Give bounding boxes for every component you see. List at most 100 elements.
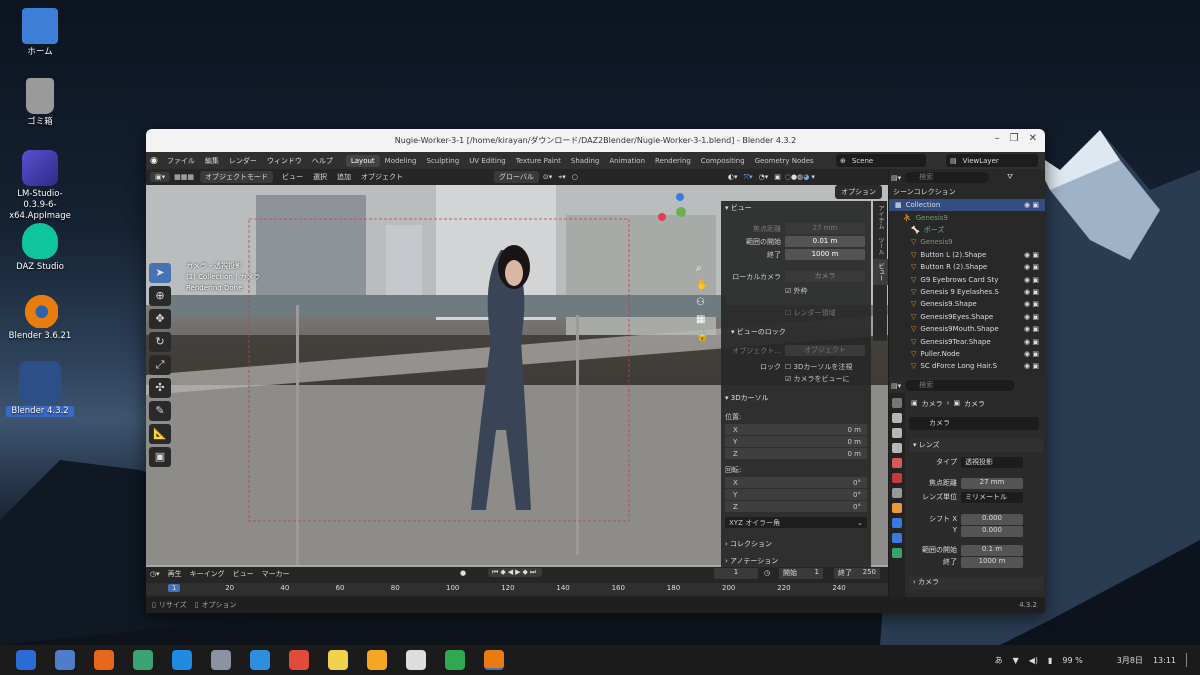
- tab-animation[interactable]: Animation: [604, 155, 650, 167]
- annotate-tool-icon[interactable]: ✎: [149, 401, 171, 421]
- collection-section[interactable]: › コレクション: [725, 539, 772, 549]
- frame-checkbox[interactable]: ☑ 外枠: [785, 286, 808, 296]
- end-frame-field[interactable]: 終了 250: [834, 568, 880, 579]
- obs-icon[interactable]: [405, 650, 426, 670]
- xray-icon[interactable]: ▣: [774, 173, 781, 181]
- teamviewer-icon[interactable]: [249, 650, 270, 670]
- tab-geometry-nodes[interactable]: Geometry Nodes: [750, 155, 819, 167]
- outliner-row[interactable]: ▽ G9 Eyebrows Card Sty ◉ ▣: [889, 273, 1045, 285]
- select-tool-icon[interactable]: ➤: [149, 263, 171, 283]
- visibility-toggle-icon[interactable]: ◉ ▣: [1024, 201, 1039, 209]
- tab-uv-editing[interactable]: UV Editing: [464, 155, 511, 167]
- proportional-icon[interactable]: ○: [572, 173, 578, 181]
- cursor-tool-icon[interactable]: ⊕: [149, 286, 171, 306]
- mode-dropdown[interactable]: オブジェクトモード: [199, 171, 273, 183]
- lock-object-field[interactable]: オブジェクト: [785, 345, 865, 356]
- timeline-menu-playback[interactable]: 再生: [168, 569, 182, 579]
- scene-tab-icon[interactable]: [892, 458, 902, 468]
- output-tab-icon[interactable]: [892, 428, 902, 438]
- sheets-icon[interactable]: [444, 650, 465, 670]
- camera-view-icon[interactable]: ⚇: [696, 297, 708, 308]
- lens-panel-header[interactable]: ▾ レンズ: [909, 438, 1043, 452]
- move-tool-icon[interactable]: ✥: [149, 309, 171, 329]
- shading-rendered-icon[interactable]: ◕: [803, 173, 809, 181]
- next-key-icon[interactable]: ◆: [522, 568, 529, 576]
- volume-icon[interactable]: ◀): [1029, 656, 1038, 665]
- timeline-ruler[interactable]: 1 20 40 60 80 100 120 140 160 180 200 220 240: [146, 583, 888, 595]
- desktop-icon-daz[interactable]: DAZ Studio: [6, 223, 74, 273]
- lock-camera-checkbox[interactable]: ☑ カメラをビューに: [785, 374, 850, 384]
- rotate-tool-icon[interactable]: ↻: [149, 332, 171, 352]
- clip-end-field[interactable]: 1000 m: [785, 249, 865, 260]
- editor-type-icon[interactable]: ▣▾: [150, 172, 171, 182]
- visibility-toggle-icon[interactable]: ◉ ▣: [1024, 276, 1039, 284]
- wifi-icon[interactable]: ▼: [1013, 656, 1019, 665]
- tab-view[interactable]: ビュー: [873, 259, 888, 285]
- outliner-row[interactable]: ▽ Genesis9: [889, 236, 1045, 248]
- notes-icon[interactable]: [327, 650, 348, 670]
- playback-controls[interactable]: ⏮◆◀▶◆⏭: [488, 568, 543, 577]
- tab-tool[interactable]: ツール: [873, 233, 888, 259]
- jump-end-icon[interactable]: ⏭: [530, 568, 538, 576]
- tab-sculpting[interactable]: Sculpting: [422, 155, 465, 167]
- timeline-menu-keying[interactable]: キーイング: [190, 569, 225, 579]
- tab-modeling[interactable]: Modeling: [380, 155, 422, 167]
- camera-panel-header[interactable]: › カメラ: [909, 577, 1043, 590]
- visibility-toggle-icon[interactable]: ◉ ▣: [1024, 362, 1039, 370]
- ime-indicator[interactable]: あ: [995, 655, 1003, 666]
- tab-rendering[interactable]: Rendering: [650, 155, 696, 167]
- add-cube-tool-icon[interactable]: ▣: [149, 447, 171, 467]
- start-frame-field[interactable]: 開始 1: [779, 568, 823, 579]
- object-tab-icon[interactable]: [892, 503, 902, 513]
- view-section-header[interactable]: ▾ ビュー: [725, 203, 752, 213]
- select-mode-icon[interactable]: ▦▦▦: [174, 173, 194, 181]
- camera-data-tab-icon[interactable]: [892, 548, 902, 558]
- navigation-gizmo[interactable]: [658, 193, 696, 223]
- archive-icon[interactable]: [132, 650, 153, 670]
- render-tab-icon[interactable]: [892, 413, 902, 423]
- daz-icon[interactable]: [366, 650, 387, 670]
- clip-start-field[interactable]: 0.01 m: [785, 236, 865, 247]
- gizmo-z-icon[interactable]: [676, 193, 684, 201]
- outliner-row[interactable]: ▽ Genesis9.Shape ◉ ▣: [889, 298, 1045, 310]
- cursor-x-field[interactable]: X 0 m: [725, 424, 867, 435]
- snap-icon[interactable]: ⌖▾: [558, 173, 565, 182]
- lock-cursor-checkbox[interactable]: ☐ 3Dカーソルを注視: [785, 362, 852, 372]
- menu-file[interactable]: ファイル: [162, 156, 200, 166]
- prev-key-icon[interactable]: ◆: [500, 568, 507, 576]
- outliner-row[interactable]: ▽ Genesis9Mouth.Shape ◉ ▣: [889, 323, 1045, 335]
- type-dropdown[interactable]: 透視投影: [961, 457, 1023, 468]
- filter-icon[interactable]: ⛛: [1007, 173, 1013, 182]
- options-dropdown[interactable]: オプション: [835, 185, 882, 199]
- minimize-icon[interactable]: –: [995, 133, 1000, 144]
- window-titlebar[interactable]: Nugie-Worker-3-1 [/home/kirayan/ダウンロード/D…: [146, 129, 1045, 152]
- blender-icon[interactable]: [483, 650, 504, 670]
- clip-start-field[interactable]: 0.1 m: [961, 545, 1023, 556]
- visibility-toggle-icon[interactable]: ◉ ▣: [1024, 251, 1039, 259]
- render-region-checkbox[interactable]: ☐ レンダー領域: [785, 308, 836, 318]
- gizmo-x-icon[interactable]: [658, 213, 666, 221]
- zoom-icon[interactable]: ⌕: [696, 263, 708, 274]
- outliner-row[interactable]: ▽ Puller.Node ◉ ▣: [889, 348, 1045, 360]
- world-tab-icon[interactable]: [892, 473, 902, 483]
- visibility-icon[interactable]: ◐▾: [728, 173, 738, 181]
- local-camera-field[interactable]: カメラ: [785, 271, 865, 282]
- outliner-search[interactable]: 検索: [905, 172, 990, 183]
- visibility-toggle-icon[interactable]: ◉ ▣: [1024, 338, 1039, 346]
- properties-search[interactable]: 検索: [905, 380, 1016, 391]
- view-layer-tab-icon[interactable]: [892, 443, 902, 453]
- rot-x-field[interactable]: X 0°: [725, 477, 867, 488]
- scene-selector[interactable]: ⊕ Scene: [836, 154, 926, 167]
- tab-compositing[interactable]: Compositing: [696, 155, 750, 167]
- timeline-editor-icon[interactable]: ◷▾: [150, 570, 160, 578]
- 3d-cursor-header[interactable]: ▾ 3Dカーソル: [725, 393, 769, 403]
- camera-data-field[interactable]: カメラ: [909, 417, 1039, 430]
- settings-icon[interactable]: [210, 650, 231, 670]
- outliner-row[interactable]: ▽ Genesis9Eyes.Shape ◉ ▣: [889, 311, 1045, 323]
- play-reverse-icon[interactable]: ◀: [508, 568, 515, 576]
- visibility-toggle-icon[interactable]: ◉ ▣: [1024, 288, 1039, 296]
- transform-tool-icon[interactable]: ✣: [149, 378, 171, 398]
- physics-tab-icon[interactable]: [892, 518, 902, 528]
- viewport-menu-add[interactable]: 追加: [332, 172, 356, 182]
- viewport-menu-select[interactable]: 選択: [308, 172, 332, 182]
